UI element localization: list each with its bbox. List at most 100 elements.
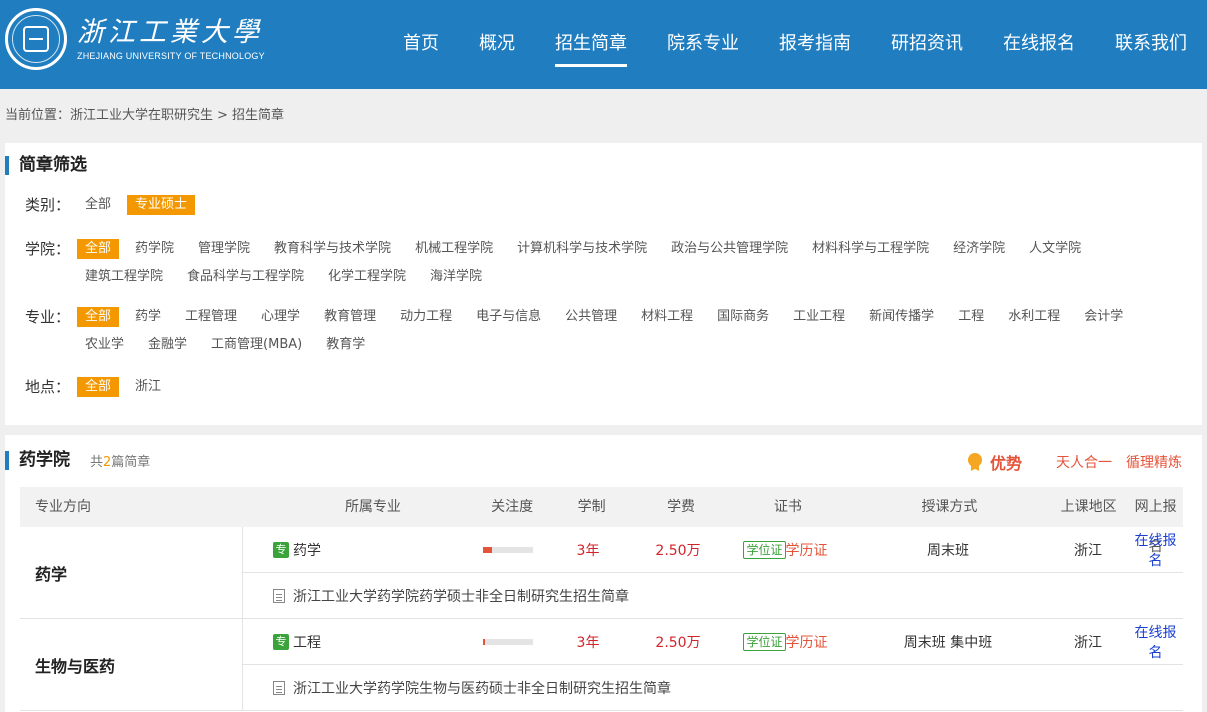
filter-option[interactable]: 建筑工程学院: [77, 267, 171, 287]
filter-option[interactable]: 公共管理: [557, 307, 625, 327]
nav-item[interactable]: 首页: [383, 0, 459, 89]
filter-option[interactable]: 全部: [77, 377, 120, 397]
header-major: 所属专业: [344, 499, 401, 515]
filter-option[interactable]: 教育学: [318, 335, 373, 355]
brochure-row[interactable]: 浙江工业大学药学院药学硕士非全日制研究生招生简章: [243, 573, 1183, 618]
certificate: 学位证 学历证: [743, 540, 828, 560]
breadcrumb-home-link[interactable]: 浙江工业大学在职研究生: [70, 108, 213, 123]
filter-option[interactable]: 会计学: [1076, 307, 1131, 327]
filter-label: 地点：: [25, 378, 71, 396]
breadcrumb-separator: >: [217, 108, 228, 123]
filter-option[interactable]: 材料科学与工程学院: [804, 239, 937, 259]
filter-option[interactable]: 心理学: [253, 307, 308, 327]
major-name: 药学: [293, 542, 321, 559]
header-apply: 网上报名: [1134, 499, 1177, 555]
filter-option[interactable]: 食品科学与工程学院: [179, 267, 312, 287]
filter-option[interactable]: 人文学院: [1021, 239, 1089, 259]
nav-item[interactable]: 概况: [459, 0, 535, 89]
header-fee: 学费: [667, 499, 696, 515]
filter-option[interactable]: 材料工程: [633, 307, 701, 327]
header-system: 学制: [577, 499, 606, 515]
filter-option[interactable]: 机械工程学院: [407, 239, 501, 259]
filter-option[interactable]: 药学院: [127, 239, 182, 259]
filter-option[interactable]: 国际商务: [709, 307, 777, 327]
breadcrumb-current: 招生简章: [231, 108, 284, 123]
study-length: 3年: [576, 634, 600, 651]
tuition-fee: 2.50万: [655, 542, 701, 559]
filter-option[interactable]: 工商管理(MBA): [203, 335, 310, 355]
filter-options: 全部 专业硕士: [77, 195, 1202, 223]
professional-badge-icon: 专: [273, 633, 289, 650]
filter-option[interactable]: 浙江: [127, 377, 169, 397]
filter-option[interactable]: 经济学院: [945, 239, 1013, 259]
brochure-link[interactable]: 浙江工业大学药学院生物与医药硕士非全日制研究生招生简章: [293, 678, 671, 698]
filter-label: 类别：: [25, 196, 71, 214]
filter-option[interactable]: 化学工程学院: [320, 267, 414, 287]
nav-item[interactable]: 招生简章: [535, 0, 647, 89]
filter-option[interactable]: 电子与信息: [468, 307, 549, 327]
attention-cell: [473, 638, 543, 645]
brochure-link[interactable]: 浙江工业大学药学院药学硕士非全日制研究生招生简章: [293, 586, 629, 606]
filter-option[interactable]: 新闻传播学: [861, 307, 942, 327]
filter-option[interactable]: 农业学: [77, 335, 132, 355]
nav-item[interactable]: 在线报名: [983, 0, 1095, 89]
filter-row: 专业： 全部 药学 工程管理 心理学 教育管理 动力工程 电子与信息 公共管理 材料工程 国际商务工…: [5, 307, 1202, 363]
filter-option[interactable]: 教育科学与技术学院: [266, 239, 399, 259]
major-name: 工程: [293, 634, 321, 651]
certificate: 学位证 学历证: [743, 632, 828, 652]
online-apply-link[interactable]: 在线报名: [1128, 530, 1183, 570]
attention-bar: [483, 546, 533, 553]
header-cert: 证书: [773, 499, 802, 515]
program-group: 药学专药学 3年 2.50万 学位证 学历证 周末班 浙江 在线报名 浙江工业大学药学院药学硕士…: [20, 527, 1183, 619]
advantage-tag: 天人合一: [1056, 455, 1112, 471]
filter-option[interactable]: 金融学: [140, 335, 195, 355]
filter-option[interactable]: 工程管理: [177, 307, 245, 327]
filter-row: 类别： 全部 专业硕士: [5, 195, 1202, 223]
filter-option[interactable]: 教育管理: [316, 307, 384, 327]
teaching-mode: 周末班 集中班: [903, 634, 993, 651]
tuition-fee: 2.50万: [655, 634, 701, 651]
filter-option[interactable]: 专业硕士: [127, 195, 196, 215]
attention-bar-fill: [483, 546, 492, 553]
class-area: 浙江: [1074, 542, 1102, 559]
filter-option[interactable]: 全部: [77, 307, 120, 327]
attention-bar: [483, 638, 533, 645]
nav-item[interactable]: 报考指南: [759, 0, 871, 89]
advantage-tag: 循理精炼: [1126, 455, 1182, 471]
online-apply-link[interactable]: 在线报名: [1128, 622, 1183, 662]
filter-option[interactable]: 计算机科学与技术学院: [509, 239, 655, 259]
nav-item[interactable]: 联系我们: [1095, 0, 1207, 89]
advantage-box: 优势 天人合一 循理精炼: [967, 450, 1182, 474]
site-header: 浙江工業大學 ZHEJIANG UNIVERSITY OF TECHNOLOGY…: [0, 0, 1207, 89]
filter-row: 学院： 全部 药学院 管理学院 教育科学与技术学院 机械工程学院 计算机科学与技术学院 政治与…: [5, 239, 1202, 295]
college-name: 药学院: [5, 450, 70, 470]
filter-option[interactable]: 水利工程: [1000, 307, 1068, 327]
education-cert-label: 学历证: [785, 542, 828, 559]
nav-item[interactable]: 研招资讯: [871, 0, 983, 89]
filter-option[interactable]: 工程: [950, 307, 992, 327]
filter-option[interactable]: 全部: [77, 195, 119, 215]
education-cert-label: 学历证: [785, 634, 828, 651]
major-cell: 专工程: [243, 632, 473, 652]
filter-row: 地点： 全部 浙江: [5, 377, 1202, 405]
filter-option[interactable]: 海洋学院: [422, 267, 490, 287]
filter-options: 全部 药学院 管理学院 教育科学与技术学院 机械工程学院 计算机科学与技术学院 政治与公共管…: [77, 239, 1202, 295]
college-section: 药学院 共2篇简章 优势 天人合一 循理精炼 专业方向 所属专业 关注度 学制 …: [5, 435, 1202, 712]
filter-rows: 类别： 全部 专业硕士 学院： 全部 药学院 管理学院 教育科学与技术学院 机械工程学院 计算机科…: [5, 195, 1202, 405]
degree-cert-badge: 学位证: [743, 540, 786, 559]
nav-item[interactable]: 院系专业: [647, 0, 759, 89]
logo[interactable]: 浙江工業大學 ZHEJIANG UNIVERSITY OF TECHNOLOGY: [5, 8, 265, 70]
filter-option[interactable]: 工业工程: [785, 307, 853, 327]
filter-label: 专业：: [25, 308, 71, 326]
filter-option[interactable]: 药学: [127, 307, 169, 327]
program-details: 专药学 3年 2.50万 学位证 学历证 周末班 浙江 在线报名 浙江工业大学药学院药学硕士非全…: [243, 527, 1183, 618]
filter-option[interactable]: 管理学院: [190, 239, 258, 259]
filter-option[interactable]: 动力工程: [392, 307, 460, 327]
program-table: 专业方向 所属专业 关注度 学制 学费 证书 授课方式 上课地区 网上报名 药学…: [20, 487, 1183, 711]
filter-option[interactable]: 政治与公共管理学院: [663, 239, 796, 259]
header-attention: 关注度: [491, 499, 534, 515]
brochure-row[interactable]: 浙江工业大学药学院生物与医药硕士非全日制研究生招生简章: [243, 665, 1183, 710]
header-area: 上课地区: [1060, 499, 1117, 515]
filter-title: 简章筛选: [5, 156, 1202, 175]
filter-option[interactable]: 全部: [77, 239, 120, 259]
